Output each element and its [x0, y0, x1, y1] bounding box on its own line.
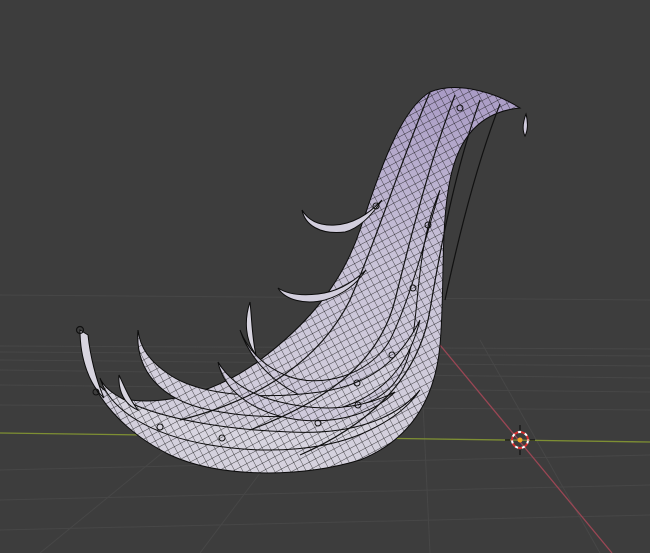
hair-strand-mesh[interactable]	[79, 87, 528, 474]
viewport-canvas[interactable]	[0, 0, 650, 553]
3d-viewport[interactable]	[0, 0, 650, 553]
strand-tip-drop[interactable]	[522, 112, 528, 138]
